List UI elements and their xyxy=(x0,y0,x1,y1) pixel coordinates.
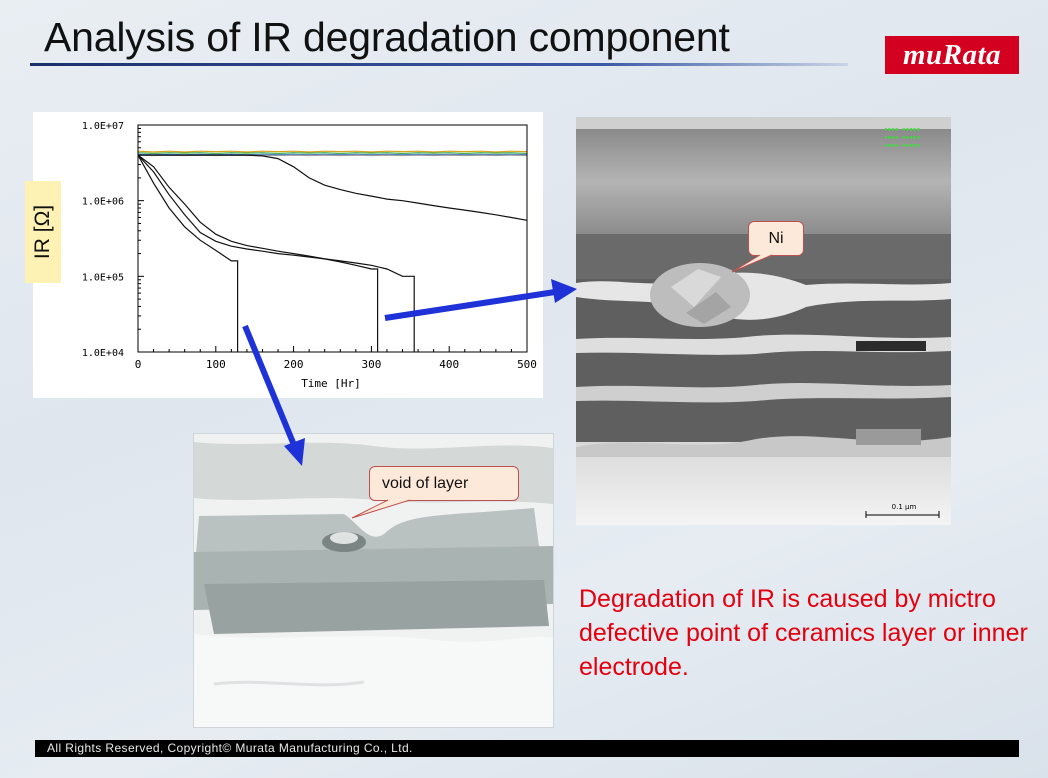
arrowhead-void xyxy=(284,438,305,466)
conclusion-text: Degradation of IR is caused by mictro de… xyxy=(579,585,1028,681)
callout-void-tail xyxy=(351,499,411,519)
arrow-to-void-image xyxy=(242,324,297,447)
arrow-to-ni-image xyxy=(384,289,556,321)
arrowhead-ni xyxy=(551,279,577,303)
copyright-footer: All Rights Reserved, Copyright© Murata M… xyxy=(35,740,1019,757)
callout-ni-tail xyxy=(731,254,773,273)
